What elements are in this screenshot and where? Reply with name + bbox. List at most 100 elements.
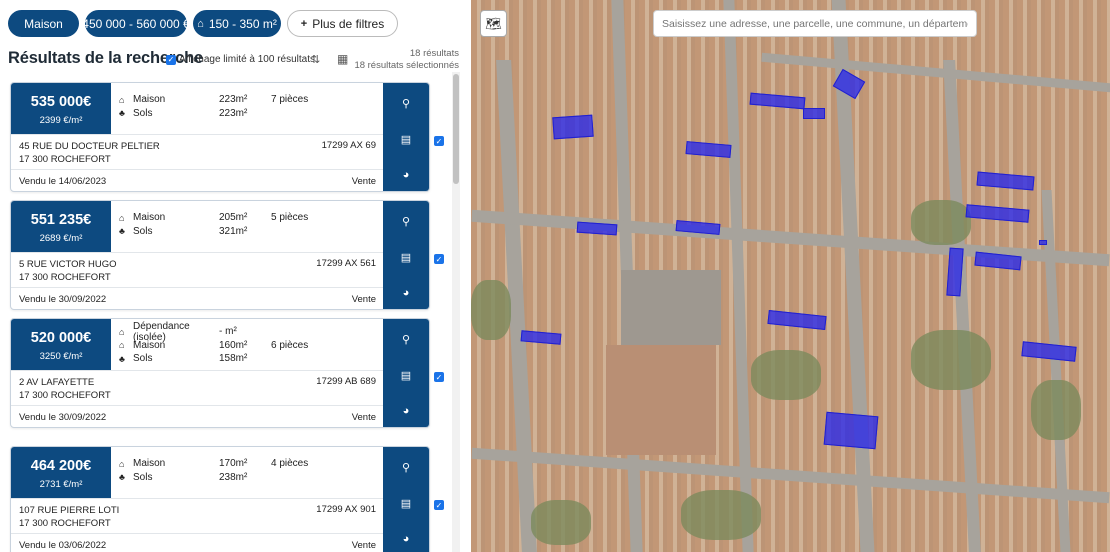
filter-type-button[interactable]: Maison: [8, 10, 79, 37]
sale-date: Vendu le 03/06/2022: [19, 540, 107, 551]
filter-price-button[interactable]: 450 000 - 560 000 €: [82, 10, 190, 37]
select-checkbox[interactable]: ✓: [434, 500, 444, 510]
chart-pie-icon[interactable]: ◕: [383, 169, 429, 181]
result-card[interactable]: 551 235€ 2689 €/m² ⌂ Maison 205m² 5 pièc…: [10, 200, 430, 310]
tree-icon: ♣: [119, 353, 125, 364]
limit-toggle[interactable]: ✓ Affichage limité à 100 résultats: [166, 54, 315, 65]
chart-pie-icon[interactable]: ◕: [383, 533, 429, 545]
filter-surface-button[interactable]: ⌂ 150 - 350 m²: [193, 10, 281, 37]
sale-type: Vente: [351, 412, 376, 423]
price-per-m2: 2731 €/m²: [39, 479, 83, 490]
card-actions: ⚲ ▤ ◕: [383, 447, 429, 552]
sort-icon[interactable]: ⇅: [311, 53, 320, 66]
select-checkbox[interactable]: ✓: [434, 372, 444, 382]
limit-label: Affichage limité à 100 résultats: [179, 54, 316, 65]
lot-type: Sols: [133, 471, 153, 483]
sale-row: Vendu le 14/06/2023 Vente: [11, 169, 384, 191]
lot-area: 160m²: [219, 339, 248, 351]
parcel-highlight[interactable]: [552, 114, 594, 140]
sale-row: Vendu le 03/06/2022 Vente: [11, 533, 384, 552]
lots-list: ⌂ Maison 223m² 7 pièces ♣ Sols 223m²: [119, 93, 389, 120]
map-layers-button[interactable]: 🗺: [480, 10, 507, 37]
lot-rooms: 7 pièces: [271, 94, 309, 106]
sale-row: Vendu le 30/09/2022 Vente: [11, 405, 384, 427]
address: 107 RUE PIERRE LOTI 17 300 ROCHEFORT: [19, 504, 119, 530]
zoom-search-icon[interactable]: ⚲: [383, 333, 429, 346]
chart-pie-icon[interactable]: ◕: [383, 405, 429, 417]
document-icon[interactable]: ▤: [383, 497, 429, 510]
zoom-search-icon[interactable]: ⚲: [383, 461, 429, 474]
limit-checkbox[interactable]: ✓: [166, 54, 176, 65]
parcel-highlight[interactable]: [1039, 240, 1047, 245]
more-filters-label: Plus de filtres: [312, 16, 385, 31]
address-city: 17 300 ROCHEFORT: [19, 390, 111, 401]
parcel-highlight[interactable]: [803, 108, 825, 119]
result-card[interactable]: 535 000€ 2399 €/m² ⌂ Maison 223m² 7 pièc…: [10, 82, 430, 192]
price-box: 535 000€ 2399 €/m²: [11, 83, 111, 134]
price-box: 464 200€ 2731 €/m²: [11, 447, 111, 498]
house-icon: ⌂: [119, 94, 125, 105]
price: 551 235€: [30, 212, 92, 228]
lot-type: Maison: [133, 94, 166, 106]
count-total: 18 résultats: [409, 48, 459, 59]
lot-area: 321m²: [219, 225, 248, 237]
lot-rooms: 5 pièces: [271, 212, 309, 224]
address-row: 45 RUE DU DOCTEUR PELTIER 17 300 ROCHEFO…: [11, 134, 384, 170]
scrollbar[interactable]: [452, 72, 460, 552]
lot-type: Maison: [133, 339, 166, 351]
tree-icon: ♣: [119, 226, 125, 237]
document-icon[interactable]: ▤: [383, 133, 429, 146]
vegetation: [531, 500, 591, 545]
tree-icon: ♣: [119, 472, 125, 483]
vegetation: [911, 330, 991, 390]
house-icon: ⌂: [119, 340, 125, 351]
address-city: 17 300 ROCHEFORT: [19, 154, 111, 165]
vegetation: [1031, 380, 1081, 440]
price-per-m2: 3250 €/m²: [39, 351, 83, 362]
address-street: 107 RUE PIERRE LOTI: [19, 505, 120, 516]
map-icon: 🗺: [485, 15, 502, 31]
address-search-input[interactable]: [653, 10, 977, 37]
building-block: [606, 345, 716, 455]
price: 535 000€: [30, 94, 92, 110]
result-card[interactable]: 464 200€ 2731 €/m² ⌂ Maison 170m² 4 pièc…: [10, 446, 430, 552]
document-icon[interactable]: ▤: [383, 369, 429, 382]
results-count: 18 résultats 18 résultats sélectionnés: [354, 48, 459, 72]
parcel-id: 17299 AB 689: [316, 376, 376, 387]
lot-area: - m²: [219, 326, 237, 338]
vegetation: [751, 350, 821, 400]
result-card[interactable]: 520 000€ 3250 €/m² ⌂ Dépendance (isolée)…: [10, 318, 430, 428]
map-view[interactable]: 🗺: [471, 0, 1110, 552]
count-selected: 18 résultats sélectionnés: [354, 60, 459, 71]
lot-row: ⌂ Maison 223m² 7 pièces: [119, 93, 389, 107]
select-checkbox[interactable]: ✓: [434, 254, 444, 264]
table-view-icon[interactable]: ▦: [337, 52, 348, 66]
house-icon: ⌂: [119, 326, 125, 337]
filter-type-label: Maison: [24, 16, 63, 31]
lot-row: ⌂ Maison 160m² 6 pièces: [119, 339, 389, 353]
tree-icon: ♣: [119, 108, 125, 119]
zoom-search-icon[interactable]: ⚲: [383, 215, 429, 228]
document-icon[interactable]: ▤: [383, 251, 429, 264]
lots-list: ⌂ Maison 205m² 5 pièces ♣ Sols 321m²: [119, 211, 389, 238]
sale-date: Vendu le 14/06/2023: [19, 176, 107, 187]
parcel-id: 17299 AX 69: [321, 140, 376, 151]
sale-date: Vendu le 30/09/2022: [19, 412, 107, 423]
house-icon: ⌂: [119, 212, 125, 223]
more-filters-button[interactable]: + Plus de filtres: [287, 10, 398, 37]
parcel-highlight[interactable]: [823, 411, 879, 450]
lot-area: 170m²: [219, 458, 248, 470]
chart-pie-icon[interactable]: ◕: [383, 287, 429, 299]
plus-icon: +: [300, 17, 308, 30]
price: 520 000€: [30, 330, 92, 346]
sale-date: Vendu le 30/09/2022: [19, 294, 107, 305]
lot-area: 205m²: [219, 212, 248, 224]
lot-row: ♣ Sols 223m²: [119, 107, 389, 121]
zoom-search-icon[interactable]: ⚲: [383, 97, 429, 110]
price: 464 200€: [30, 458, 92, 474]
select-checkbox[interactable]: ✓: [434, 136, 444, 146]
lots-list: ⌂ Maison 170m² 4 pièces ♣ Sols 238m²: [119, 457, 389, 484]
scrollbar-thumb[interactable]: [453, 74, 459, 184]
card-actions: ⚲ ▤ ◕: [383, 319, 429, 427]
address: 2 AV LAFAYETTE 17 300 ROCHEFORT: [19, 376, 111, 402]
